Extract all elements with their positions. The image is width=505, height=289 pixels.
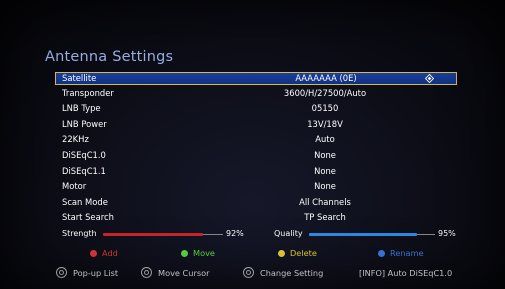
blue-key-icon — [378, 249, 385, 257]
row-label: LNB Type — [62, 103, 101, 114]
hint-label: Change Setting — [260, 268, 324, 278]
row-value: All Channels — [299, 196, 351, 207]
row-label: Scan Mode — [62, 196, 108, 207]
row-value: 13V/18V — [307, 118, 343, 129]
menu-row-diseqc10[interactable]: DiSEqC1.0 None — [55, 148, 457, 163]
select-list-icon[interactable] — [425, 74, 434, 83]
row-value: None — [314, 149, 336, 160]
legend-label: Rename — [390, 248, 424, 258]
menu-row-lnb-power[interactable]: LNB Power 13V/18V — [55, 117, 457, 132]
navigation-pad-icon — [243, 267, 254, 278]
row-value: 05150 — [311, 103, 339, 114]
menu-row-satellite[interactable]: Satellite AAAAAAA (0E) — [55, 72, 457, 85]
quality-label: Quality — [274, 229, 303, 238]
row-value: AAAAAAA (0E) — [295, 73, 357, 83]
quality-bar-track — [417, 233, 435, 235]
strength-meter: Strength 92% — [62, 229, 252, 239]
menu-row-diseqc11[interactable]: DiSEqC1.1 None — [55, 164, 457, 179]
row-value: 3600/H/27500/Auto — [283, 87, 367, 98]
menu-row-22khz[interactable]: 22KHz Auto — [55, 132, 457, 147]
row-label: Start Search — [62, 212, 114, 223]
green-key-icon — [181, 249, 188, 257]
hint-info: [INFO] Auto DiSEqC1.0 — [359, 266, 452, 280]
page-title: Antenna Settings — [45, 49, 174, 65]
quality-meter: Quality 95% — [274, 229, 464, 239]
row-label: Satellite — [62, 73, 97, 83]
row-value: None — [314, 181, 336, 192]
yellow-key-icon — [278, 249, 285, 257]
red-key-icon — [90, 249, 97, 257]
row-label: 22KHz — [62, 134, 89, 145]
strength-label: Strength — [62, 229, 97, 238]
row-label: Motor — [62, 181, 87, 192]
menu-row-scan-mode[interactable]: Scan Mode All Channels — [55, 195, 457, 210]
menu-row-motor[interactable]: Motor None — [55, 179, 457, 194]
menu-row-start-search[interactable]: Start Search TP Search — [55, 210, 457, 225]
quality-bar — [309, 232, 417, 236]
hint-label: [INFO] Auto DiSEqC1.0 — [359, 268, 453, 278]
ok-button-icon — [56, 267, 67, 278]
legend-label: Delete — [290, 248, 317, 258]
row-value: TP Search — [304, 212, 346, 223]
menu-row-transponder[interactable]: Transponder 3600/H/27500/Auto — [55, 86, 457, 101]
row-value: Auto — [315, 134, 335, 145]
hint-label: Move Cursor — [158, 268, 210, 278]
settings-menu: Satellite AAAAAAA (0E) Transponder 3600/… — [55, 72, 457, 226]
menu-row-lnb-type[interactable]: LNB Type 05150 — [55, 101, 457, 116]
tv-screen: Antenna Settings Satellite AAAAAAA (0E) … — [0, 0, 505, 289]
row-label: DiSEqC1.0 — [62, 149, 106, 160]
row-label: Transponder — [62, 87, 114, 98]
row-label: LNB Power — [62, 118, 107, 129]
hint-label: Pop-up List — [73, 268, 119, 278]
row-value: None — [314, 165, 336, 176]
strength-bar-track — [203, 233, 223, 235]
quality-value: 95% — [438, 229, 456, 238]
strength-bar — [103, 232, 203, 236]
navigation-pad-icon — [141, 267, 152, 278]
strength-value: 92% — [226, 229, 244, 238]
row-label: DiSEqC1.1 — [62, 165, 106, 176]
legend-label: Move — [193, 248, 215, 258]
legend-label: Add — [102, 248, 118, 258]
